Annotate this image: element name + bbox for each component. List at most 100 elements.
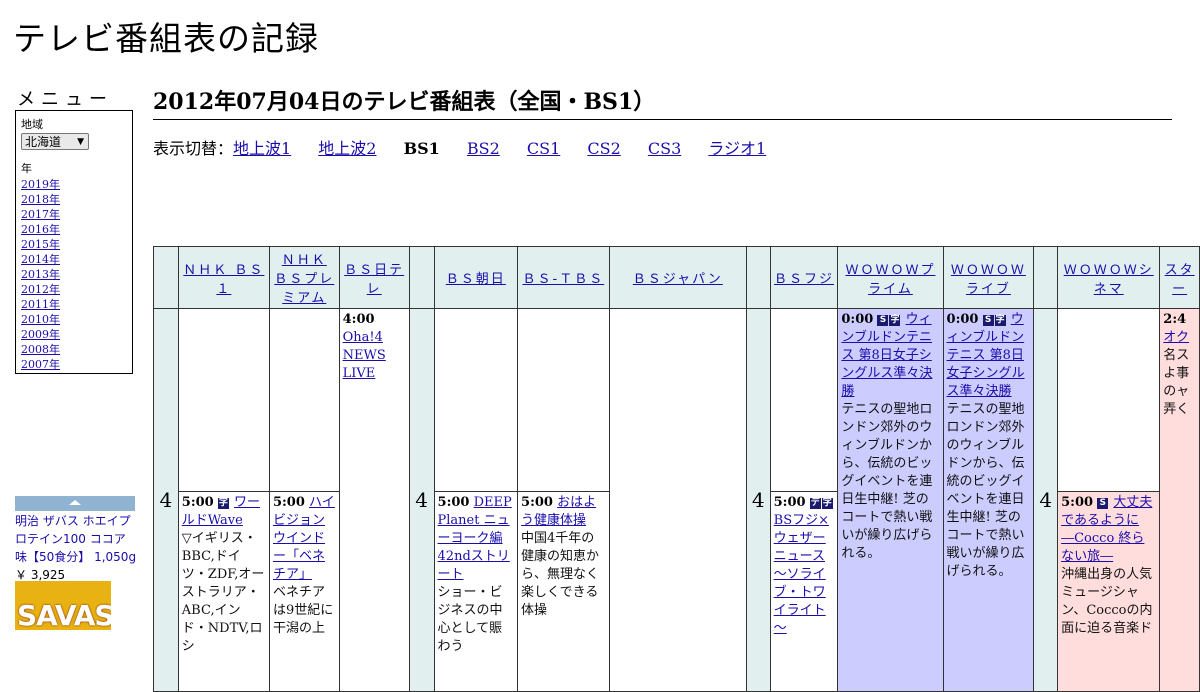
ad-product-link[interactable]: 明治 ザバス ホエイプロテイン100 ココア味【50食分】 1,050g [15, 514, 136, 564]
channel-link-nhkbs1[interactable]: ＮＨＫ ＢＳ１ [183, 263, 264, 297]
program-cell: 5:00 ハイビジョンウインドー「ベネチア」 ベネチアは9世紀に干潟の上 [268, 491, 340, 692]
ad-product-image[interactable]: SAVAS [15, 581, 111, 630]
program-time: 5:00 [437, 495, 470, 510]
hour-header [153, 246, 179, 309]
program-cell: 5:00 字 ワールドWave ▽イギリス・BBC,ドイツ・ZDF,オーストラリ… [177, 491, 270, 692]
ad-text: 明治 ザバス ホエイプロテイン100 ココア味【50食分】 1,050g ￥ 3… [15, 512, 137, 584]
channel-link-wowowcinema[interactable]: ＷＯＷＯＷシネマ [1064, 263, 1154, 297]
channel-link-bsnittele[interactable]: ＢＳ日テレ [344, 263, 404, 297]
switch-bs1-current: BS1 [403, 139, 440, 158]
channel-link-wowowlive[interactable]: ＷＯＷＯＷライブ [951, 263, 1026, 297]
program-time: 0:00 [841, 312, 874, 327]
menu-title: メニュー [17, 89, 113, 110]
program-time: 5:00 [521, 495, 553, 510]
subtitle-badge-icon: 字 [821, 498, 833, 509]
channel-header-row: ＮＨＫ ＢＳ１ ＮＨＫ ＢＳプレミアム ＢＳ日テレ ＢＳ朝日 ＢＳ-ＴＢＳ ＢＳ… [153, 246, 1200, 309]
switch-radio1[interactable]: ラジオ1 [708, 139, 766, 158]
program-title-link[interactable]: BSフジ×ウェザーニュース～ソライブ・トワイライト～ [774, 513, 829, 636]
ad-collapse-bar[interactable] [15, 496, 135, 511]
channel-header-bsnittele: ＢＳ日テレ [338, 246, 410, 309]
page-heading: 2012年07月04日のテレビ番組表（全国・BS1） [153, 84, 1172, 120]
program-time: 5:00 [1061, 495, 1094, 510]
year-link-2017[interactable]: 2017年 [21, 207, 132, 222]
program-description: ベネチアは9世紀に干潟の上 [272, 585, 334, 636]
switch-bs2[interactable]: BS2 [467, 139, 500, 158]
hour-header [1033, 246, 1059, 309]
channel-header-nhkbspremium: ＮＨＫ ＢＳプレミアム [268, 246, 340, 309]
year-link-2007[interactable]: 2007年 [21, 357, 132, 372]
program-time: 5:00 [773, 495, 806, 510]
switch-cs3[interactable]: CS3 [648, 139, 681, 158]
program-cell: 5:00 S 大丈夫であるように ―Cocco 終らない旅― 沖縄出身の人気ミュ… [1057, 491, 1161, 692]
empty-slot [517, 308, 610, 492]
hour-cell: 4 [408, 308, 435, 692]
empty-slot [1057, 308, 1161, 492]
switch-cs1[interactable]: CS1 [527, 139, 560, 158]
ad-price: ￥ 3,925 [15, 568, 66, 582]
subtitle-badge-icon: 字 [889, 315, 901, 326]
switch-terrestrial1[interactable]: 地上波1 [233, 139, 291, 158]
year-link-2010[interactable]: 2010年 [21, 312, 132, 327]
switch-terrestrial2[interactable]: 地上波2 [318, 139, 376, 158]
channel-link-star[interactable]: スター [1165, 263, 1195, 297]
region-select-value: 北海道 [25, 135, 62, 149]
stereo-badge-icon: S [877, 315, 889, 326]
channel-link-bsjapan[interactable]: ＢＳジャパン [633, 272, 723, 287]
stereo-badge-icon: S [982, 315, 994, 326]
hour-cell: 4 [745, 308, 771, 692]
year-link-2018[interactable]: 2018年 [21, 192, 132, 207]
program-cell: 0:00 S字 ウィンブルドンテニス 第8日女子シングルス準々決勝 テニスの聖地… [942, 308, 1035, 692]
chevron-up-icon [69, 500, 81, 505]
program-description: 名スよ事のャ弄く [1163, 348, 1190, 417]
year-link-2013[interactable]: 2013年 [21, 267, 132, 282]
year-link-2019[interactable]: 2019年 [21, 177, 132, 192]
chevron-down-icon: ▼ [77, 137, 84, 147]
year-list: 2019年 2018年 2017年 2016年 2015年 2014年 2013… [21, 177, 132, 372]
hour-header [745, 246, 771, 309]
year-label: 年 [21, 162, 32, 175]
schedule-row-0: 4 4:00 Oha!4 NEWS LIVE 4 4 0:00 S字 ウィンブル… [153, 308, 1200, 692]
channel-link-bsfuji[interactable]: ＢＳフジ [774, 272, 834, 287]
program-time: 2:4 [1163, 312, 1187, 327]
year-link-2014[interactable]: 2014年 [21, 252, 132, 267]
year-link-2009[interactable]: 2009年 [21, 327, 132, 342]
program-description: ▽イギリス・BBC,ドイツ・ZDF,オーストラリア・ABC,インド・NDTV,ロ… [181, 531, 265, 654]
program-cell: 5:00 DEEP Planet ニューヨーク編 42ndストリート ショー・ビ… [433, 491, 519, 692]
region-label: 地域 [21, 118, 43, 131]
program-cell: 2:4 オク 名スよ事のャ弄く [1159, 308, 1200, 692]
channel-header-star: スター [1159, 246, 1200, 309]
year-link-2015[interactable]: 2015年 [21, 237, 132, 252]
data-broadcast-badge-icon: デ [809, 498, 821, 509]
menu-box: 地域 北海道 ▼ 年 2019年 2018年 2017年 2016年 2015年… [15, 110, 133, 374]
program-cell: 5:00 おはよう健康体操 中国4千年の健康の知恵から、無理なく楽しくできる体操 [517, 491, 610, 692]
program-time: 0:00 [946, 312, 979, 327]
program-title-link[interactable]: オク [1163, 330, 1189, 345]
hour-cell: 4 [1033, 308, 1059, 692]
empty-slot [433, 308, 519, 492]
channel-link-bstbs[interactable]: ＢＳ-ＴＢＳ [523, 272, 605, 287]
subtitle-badge-icon: 字 [994, 315, 1006, 326]
channel-header-bstbs: ＢＳ-ＴＢＳ [517, 246, 610, 309]
channel-link-nhkbspremium[interactable]: ＮＨＫ ＢＳプレミアム [274, 253, 334, 306]
empty-slot [177, 308, 270, 492]
ad-image-logo: SAVAS [17, 599, 111, 630]
switch-cs2[interactable]: CS2 [587, 139, 620, 158]
year-link-2008[interactable]: 2008年 [21, 342, 132, 357]
schedule-table: ＮＨＫ ＢＳ１ ＮＨＫ ＢＳプレミアム ＢＳ日テレ ＢＳ朝日 ＢＳ-ＴＢＳ ＢＳ… [153, 246, 1200, 692]
program-time: 5:00 [272, 495, 305, 510]
year-link-2012[interactable]: 2012年 [21, 282, 132, 297]
empty-slot [769, 308, 839, 492]
hour-header [408, 246, 435, 309]
channel-link-bsasahi[interactable]: ＢＳ朝日 [446, 272, 506, 287]
program-description: テニスの聖地ロンドン郊外のウィンブルドンから、伝統のビッグイベントを連日生中継!… [841, 402, 933, 561]
channel-header-bsasahi: ＢＳ朝日 [433, 246, 519, 309]
year-link-2011[interactable]: 2011年 [21, 297, 132, 312]
stereo-badge-icon: S [1097, 498, 1109, 509]
program-title-link[interactable]: Oha!4 NEWS LIVE [343, 330, 386, 381]
hour-cell: 4 [153, 308, 179, 692]
program-cell: 0:00 S字 ウィンブルドンテニス 第8日女子シングルス準々決勝 テニスの聖地… [837, 308, 944, 692]
channel-link-wowowprime[interactable]: ＷＯＷＯＷプライム [845, 263, 935, 297]
region-select[interactable]: 北海道 ▼ [21, 133, 89, 150]
site-title: テレビ番組表の記録 [13, 19, 319, 58]
year-link-2016[interactable]: 2016年 [21, 222, 132, 237]
